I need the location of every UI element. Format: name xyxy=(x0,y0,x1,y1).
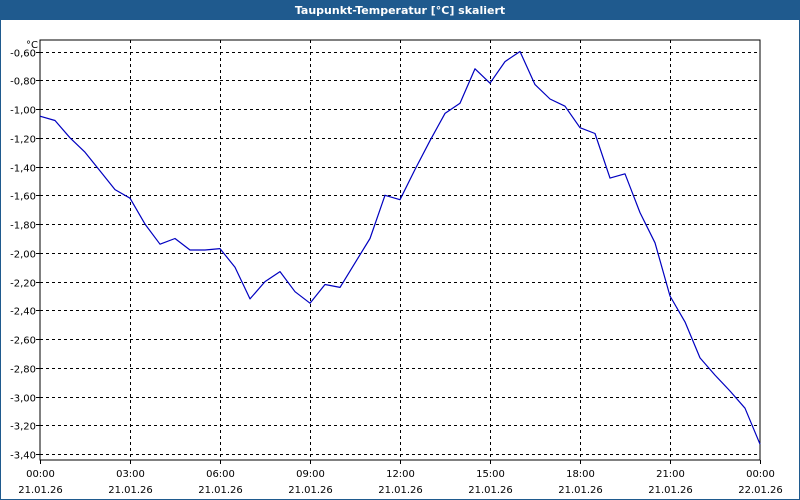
y-tick-label: -3,20 xyxy=(10,422,36,433)
x-tick-time-label: 00:00 xyxy=(746,469,775,480)
series-layer xyxy=(39,50,761,445)
x-tick-time-label: 12:00 xyxy=(386,469,415,480)
chart-svg: °C -0,60-0,80-1,00-1,20-1,40-1,60-1,80-2… xyxy=(10,39,783,496)
axis-layer xyxy=(36,39,761,464)
y-tick-label: -0,60 xyxy=(10,49,36,60)
x-tick-date-label: 21.01.26 xyxy=(198,485,243,496)
label-layer: °C -0,60-0,80-1,00-1,20-1,40-1,60-1,80-2… xyxy=(10,40,783,496)
y-tick-label: -3,00 xyxy=(10,394,36,405)
y-tick-label: -2,20 xyxy=(10,279,36,290)
y-tick-label: -1,00 xyxy=(10,106,36,117)
x-tick-date-label: 21.01.26 xyxy=(108,485,153,496)
series-line xyxy=(39,50,761,445)
x-tick-time-label: 06:00 xyxy=(206,469,235,480)
y-tick-label: -1,60 xyxy=(10,192,36,203)
x-tick-date-label: 21.01.26 xyxy=(468,485,513,496)
y-tick-label: -1,80 xyxy=(10,221,36,232)
x-tick-date-label: 21.01.26 xyxy=(18,485,63,496)
y-tick-label: -2,00 xyxy=(10,250,36,261)
grid-layer xyxy=(40,40,760,460)
x-tick-time-label: 03:00 xyxy=(116,469,145,480)
y-tick-label: -1,40 xyxy=(10,164,36,175)
x-tick-time-label: 18:00 xyxy=(566,469,595,480)
x-tick-time-label: 21:00 xyxy=(656,469,685,480)
x-tick-date-label: 21.01.26 xyxy=(378,485,423,496)
x-tick-time-label: 15:00 xyxy=(476,469,505,480)
y-tick-label: -2,40 xyxy=(10,307,36,318)
x-tick-time-label: 09:00 xyxy=(296,469,325,480)
y-tick-label: -0,80 xyxy=(10,77,36,88)
y-tick-label: -2,60 xyxy=(10,336,36,347)
y-tick-label: -2,80 xyxy=(10,365,36,376)
y-tick-label: -1,20 xyxy=(10,135,36,146)
x-tick-time-label: 00:00 xyxy=(26,469,55,480)
y-tick-label: -3,40 xyxy=(10,451,36,462)
x-tick-date-label: 21.01.26 xyxy=(558,485,603,496)
x-tick-date-label: 21.01.26 xyxy=(648,485,693,496)
x-tick-date-label: 21.01.26 xyxy=(288,485,333,496)
x-tick-date-label: 22.01.26 xyxy=(738,485,783,496)
